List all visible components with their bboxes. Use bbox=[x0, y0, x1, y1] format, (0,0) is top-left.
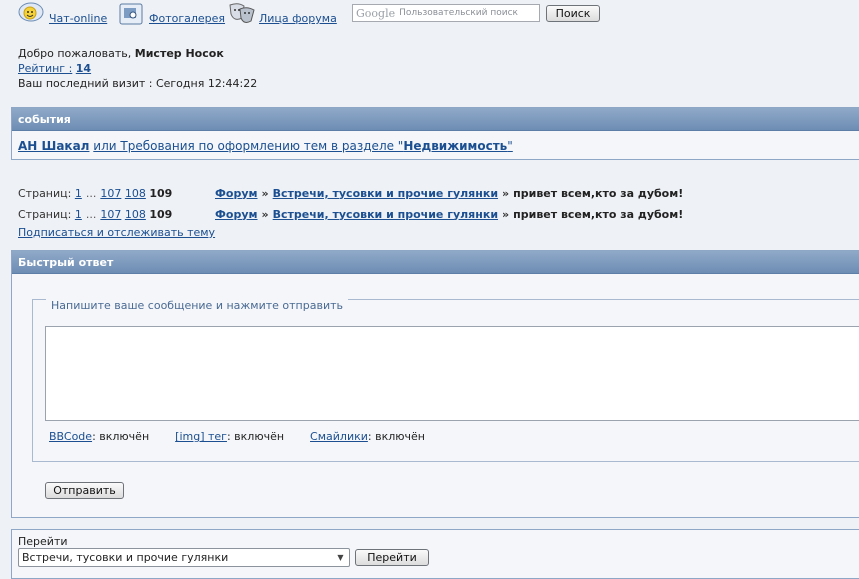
nav-chat-label[interactable]: Чат-online bbox=[49, 12, 107, 25]
nav-gallery-label[interactable]: Фотогалерея bbox=[149, 12, 225, 25]
breadcrumb-topic: привет всем,кто за дубом! bbox=[513, 207, 684, 221]
username: Мистер Носок bbox=[134, 47, 224, 60]
pages-label: Страниц: bbox=[18, 207, 72, 221]
nav-gallery[interactable]: Фотогалерея bbox=[118, 0, 225, 26]
page-current: 109 bbox=[149, 186, 173, 200]
theater-masks-icon bbox=[228, 2, 256, 26]
page-link-1[interactable]: 1 bbox=[75, 208, 82, 221]
breadcrumb-arrow: » bbox=[261, 186, 269, 200]
event-author-link[interactable]: АН Шакал bbox=[18, 139, 89, 153]
event-section-link[interactable]: Недвижимость bbox=[403, 139, 507, 153]
page-link-108[interactable]: 108 bbox=[125, 208, 146, 221]
breadcrumb-arrow: » bbox=[261, 207, 269, 221]
pages-ellipsis: ... bbox=[85, 207, 97, 221]
nav-faces-label[interactable]: Лица форума bbox=[259, 12, 337, 25]
rating-link[interactable]: Рейтинг : 14 bbox=[18, 61, 257, 76]
nav-faces[interactable]: Лица форума bbox=[228, 0, 337, 26]
forum-jump-select[interactable]: Встречи, тусовки и прочие гулянки ▼ bbox=[18, 548, 350, 567]
reply-legend: Напишите ваше сообщение и нажмите отправ… bbox=[46, 299, 348, 312]
page-link-107[interactable]: 107 bbox=[100, 208, 121, 221]
page-link-108[interactable]: 108 bbox=[125, 187, 146, 200]
events-line: АН Шакал или Требования по оформлению те… bbox=[12, 131, 859, 161]
pagination-bottom: Страниц: 1 ... 107 108 109 bbox=[18, 207, 172, 221]
google-search-input[interactable]: Google Пользовательский поиск bbox=[352, 4, 540, 22]
page-current: 109 bbox=[149, 207, 173, 221]
pages-ellipsis: ... bbox=[85, 186, 97, 200]
breadcrumb-bottom: Форум » Встречи, тусовки и прочие гулянк… bbox=[215, 207, 683, 221]
events-title: события bbox=[12, 108, 859, 131]
breadcrumb-arrow: » bbox=[502, 207, 510, 221]
welcome-block: Добро пожаловать, Мистер Носок Рейтинг :… bbox=[18, 46, 257, 91]
posting-options: BBCode: включён [img] тег: включён Смайл… bbox=[49, 430, 425, 443]
quick-reply-title: Быстрый ответ bbox=[12, 251, 859, 274]
search-button[interactable]: Поиск bbox=[546, 5, 600, 22]
nav-chat[interactable]: Чат-online bbox=[18, 0, 107, 26]
breadcrumb-forum[interactable]: Форум bbox=[215, 208, 258, 221]
breadcrumb-subforum[interactable]: Встречи, тусовки и прочие гулянки bbox=[273, 208, 498, 221]
pages-label: Страниц: bbox=[18, 186, 72, 200]
jump-label: Перейти bbox=[18, 535, 68, 548]
breadcrumb-top: Форум » Встречи, тусовки и прочие гулянк… bbox=[215, 186, 683, 200]
bbcode-link[interactable]: BBCode bbox=[49, 430, 92, 443]
breadcrumb-topic: привет всем,кто за дубом! bbox=[513, 186, 684, 200]
page-link-107[interactable]: 107 bbox=[100, 187, 121, 200]
last-visit: Ваш последний визит : Сегодня 12:44:22 bbox=[18, 77, 258, 90]
img-tag-state: : включён bbox=[226, 430, 285, 443]
breadcrumb-subforum[interactable]: Встречи, тусовки и прочие гулянки bbox=[273, 187, 498, 200]
breadcrumb-arrow: » bbox=[502, 186, 510, 200]
smilies-state: : включён bbox=[367, 430, 425, 443]
rating-value[interactable]: 14 bbox=[76, 62, 91, 75]
subscribe-link[interactable]: Подписаться и отслеживать тему bbox=[18, 226, 215, 239]
rating-label[interactable]: Рейтинг : bbox=[18, 62, 72, 75]
pagination-top: Страниц: 1 ... 107 108 109 bbox=[18, 186, 172, 200]
event-quote-end[interactable]: " bbox=[507, 139, 513, 153]
welcome-greeting: Добро пожаловать, bbox=[18, 47, 132, 60]
page-link-1[interactable]: 1 bbox=[75, 187, 82, 200]
photo-gallery-icon bbox=[118, 2, 146, 26]
smilies-link[interactable]: Смайлики bbox=[310, 430, 368, 443]
submit-button[interactable]: Отправить bbox=[45, 482, 124, 499]
event-topic-link[interactable]: или Требования по оформлению тем в разде… bbox=[93, 139, 403, 153]
forum-jump-selected: Встречи, тусовки и прочие гулянки bbox=[22, 551, 229, 564]
search-placeholder: Пользовательский поиск bbox=[399, 8, 518, 18]
google-logo: Google bbox=[356, 6, 396, 20]
breadcrumb-forum[interactable]: Форум bbox=[215, 187, 258, 200]
jump-button[interactable]: Перейти bbox=[355, 549, 429, 566]
events-panel: события АН Шакал или Требования по оформ… bbox=[11, 107, 859, 160]
img-tag-link[interactable]: [img] тег bbox=[175, 430, 227, 443]
bbcode-state: : включён bbox=[92, 430, 150, 443]
chat-bubble-icon bbox=[18, 2, 46, 26]
chevron-down-icon[interactable]: ▼ bbox=[333, 550, 348, 565]
message-textarea[interactable] bbox=[45, 326, 859, 421]
